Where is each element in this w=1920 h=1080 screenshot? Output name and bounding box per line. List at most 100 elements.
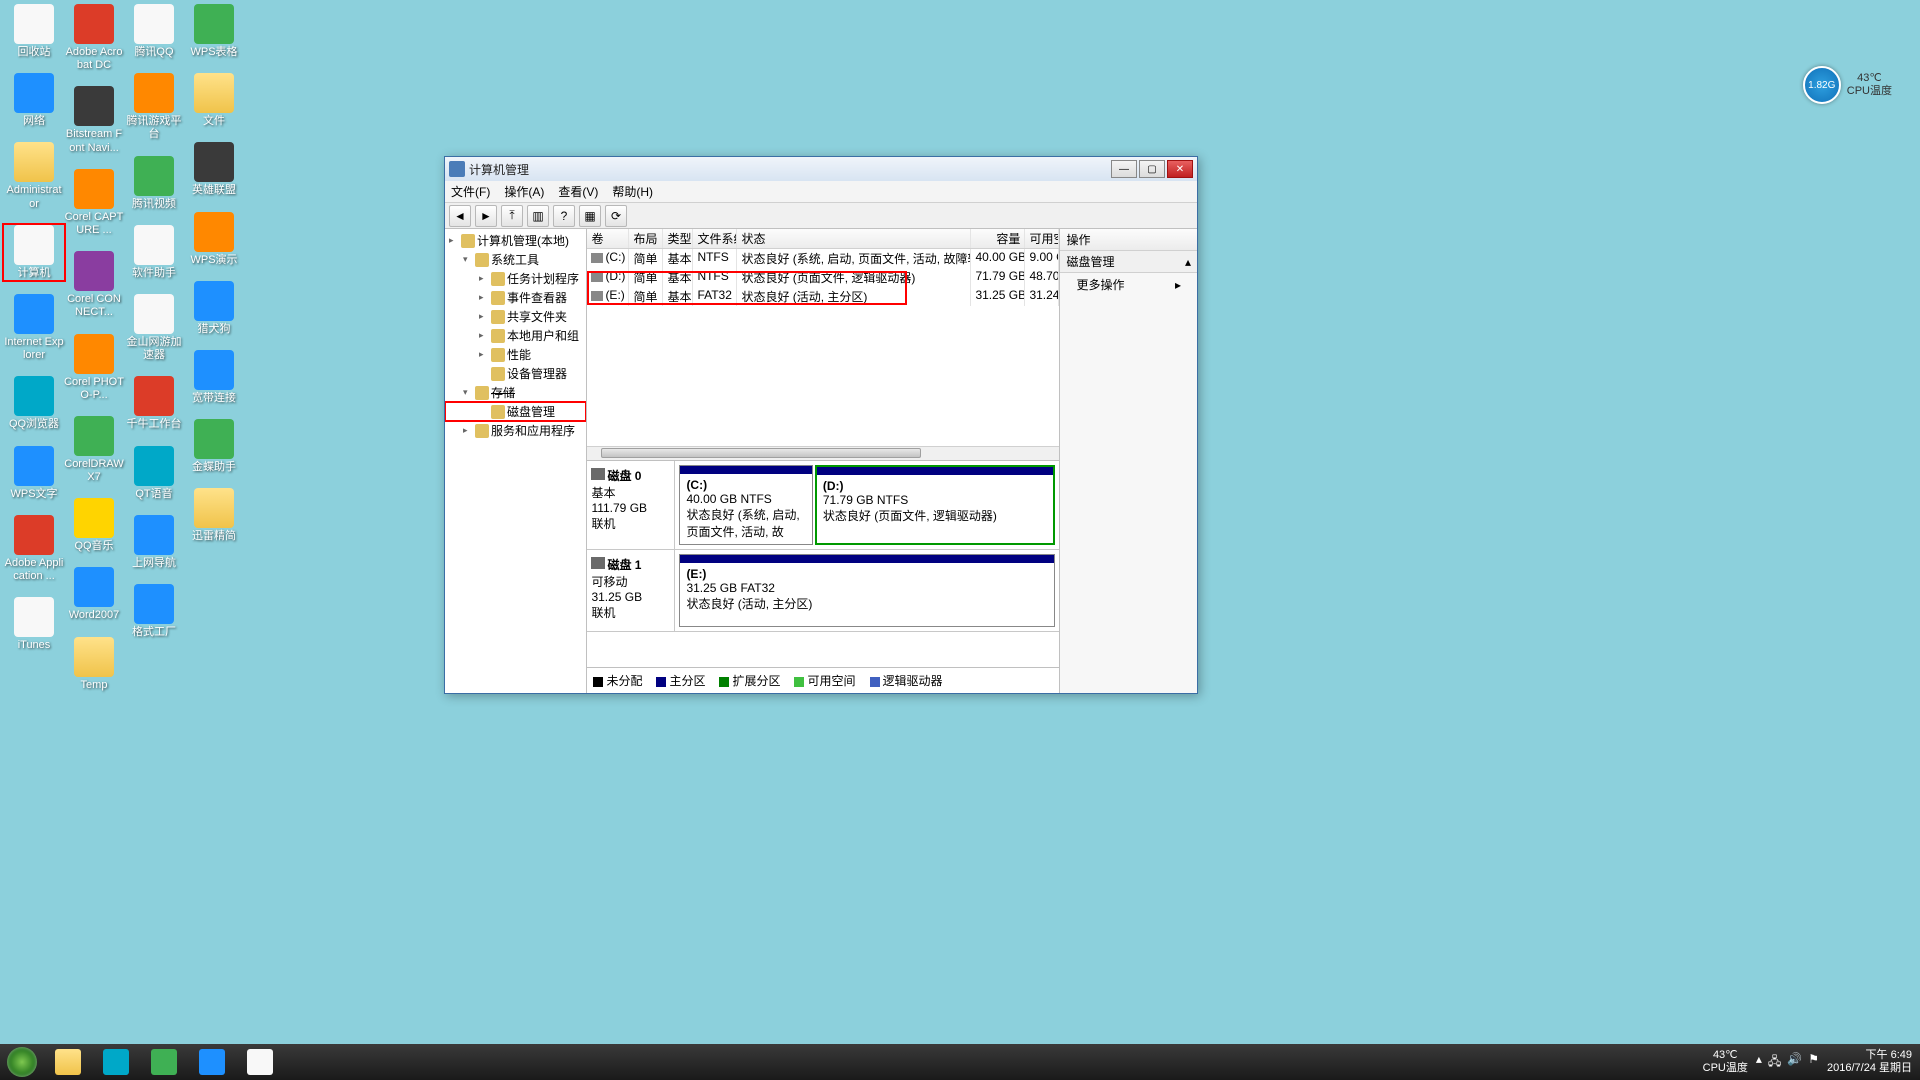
tray-volume-icon[interactable]: 🔊 <box>1787 1052 1802 1073</box>
taskbar-item[interactable] <box>46 1046 90 1078</box>
tree-node[interactable]: ▸任务计划程序 <box>445 269 586 288</box>
desktop-icon[interactable]: 回收站 <box>4 4 64 59</box>
column-header[interactable]: 卷 <box>587 229 629 248</box>
view-button[interactable]: ▦ <box>579 205 601 227</box>
desktop-icon[interactable]: QQ浏览器 <box>4 376 64 431</box>
tray-cpu-temp[interactable]: 43℃CPU温度 <box>1703 1049 1748 1075</box>
column-header[interactable]: 类型 <box>663 229 693 248</box>
desktop-icon[interactable]: Adobe Application ... <box>4 515 64 583</box>
desktop-icon[interactable]: Temp <box>64 637 124 692</box>
desktop-icon[interactable]: Word2007 <box>64 567 124 622</box>
desktop-icon[interactable]: 格式工厂 <box>124 584 184 639</box>
menu-item[interactable]: 帮助(H) <box>612 183 653 200</box>
desktop-icon[interactable]: Internet Explorer <box>4 294 64 362</box>
disk-graphical-view[interactable]: 磁盘 0基本111.79 GB联机(C:)40.00 GB NTFS状态良好 (… <box>587 461 1059 667</box>
desktop-icon[interactable]: 腾讯QQ <box>124 4 184 59</box>
volume-header[interactable]: 卷布局类型文件系统状态容量可用空 <box>587 229 1059 249</box>
expand-icon[interactable]: ▸ <box>479 330 489 341</box>
desktop-icon[interactable]: 上网导航 <box>124 515 184 570</box>
volume-table[interactable]: 卷布局类型文件系统状态容量可用空 (C:)简单基本NTFS状态良好 (系统, 启… <box>587 229 1059 461</box>
desktop-icon[interactable]: 文件 <box>184 73 244 128</box>
tray-flag-icon[interactable]: ⚑ <box>1808 1052 1819 1073</box>
tree-node[interactable]: ▸本地用户和组 <box>445 326 586 345</box>
desktop-icon[interactable]: QQ音乐 <box>64 498 124 553</box>
titlebar[interactable]: 计算机管理 — ▢ ✕ <box>445 157 1197 181</box>
expand-icon[interactable]: ▾ <box>463 387 473 398</box>
desktop-icon[interactable]: Bitstream Font Navi... <box>64 86 124 154</box>
desktop-icon[interactable]: 腾讯游戏平台 <box>124 73 184 141</box>
close-button[interactable]: ✕ <box>1167 160 1193 178</box>
show-hide-tree-button[interactable]: ▥ <box>527 205 549 227</box>
column-header[interactable]: 可用空 <box>1025 229 1059 248</box>
partition[interactable]: (E:)31.25 GB FAT32状态良好 (活动, 主分区) <box>679 554 1055 627</box>
expand-icon[interactable]: ▸ <box>449 235 459 246</box>
tree-node[interactable]: ▸事件查看器 <box>445 288 586 307</box>
desktop-icon[interactable]: QT语音 <box>124 446 184 501</box>
tree-node[interactable]: ▸计算机管理(本地) <box>445 231 586 250</box>
desktop-icon[interactable]: 网络 <box>4 73 64 128</box>
desktop-icon[interactable]: 金山网游加速器 <box>124 294 184 362</box>
column-header[interactable]: 状态 <box>737 229 971 248</box>
menu-item[interactable]: 文件(F) <box>451 183 490 200</box>
desktop-icon[interactable]: 宽带连接 <box>184 350 244 405</box>
desktop-icon[interactable]: WPS表格 <box>184 4 244 59</box>
tree-node[interactable]: ▾系统工具 <box>445 250 586 269</box>
expand-icon[interactable]: ▾ <box>463 254 473 265</box>
tray-network-icon[interactable]: 🖧 <box>1768 1052 1781 1073</box>
disk-info[interactable]: 磁盘 1可移动31.25 GB联机 <box>587 550 675 631</box>
desktop-icon[interactable]: CorelDRAW X7 <box>64 416 124 484</box>
menu-item[interactable]: 查看(V) <box>558 183 598 200</box>
tree-node[interactable]: ▾存储 <box>445 383 586 402</box>
system-tray[interactable]: 43℃CPU温度 ▴ 🖧 🔊 ⚑ 下午 6:492016/7/24 星期日 <box>1695 1049 1920 1075</box>
desktop-icon[interactable]: Corel CONNECT... <box>64 251 124 319</box>
tray-icons[interactable]: ▴ 🖧 🔊 ⚑ <box>1756 1052 1819 1073</box>
desktop-icon[interactable]: 软件助手 <box>124 225 184 280</box>
disk-info[interactable]: 磁盘 0基本111.79 GB联机 <box>587 461 675 549</box>
help-button[interactable]: ? <box>553 205 575 227</box>
expand-icon[interactable]: ▸ <box>479 349 489 360</box>
partition[interactable]: (C:)40.00 GB NTFS状态良好 (系统, 启动, 页面文件, 活动,… <box>679 465 812 545</box>
desktop-icon[interactable]: 英雄联盟 <box>184 142 244 197</box>
column-header[interactable]: 文件系统 <box>693 229 737 248</box>
desktop-icon[interactable]: Administrator <box>4 142 64 210</box>
nav-back-button[interactable]: ◄ <box>449 205 471 227</box>
up-button[interactable]: ⤒ <box>501 205 523 227</box>
table-row[interactable]: (C:)简单基本NTFS状态良好 (系统, 启动, 页面文件, 活动, 故障转储… <box>587 249 1059 268</box>
tree-node[interactable]: ▸共享文件夹 <box>445 307 586 326</box>
horizontal-scrollbar[interactable] <box>587 446 1059 460</box>
nav-forward-button[interactable]: ► <box>475 205 497 227</box>
desktop-icon[interactable]: WPS演示 <box>184 212 244 267</box>
desktop-icon[interactable]: Adobe Acrobat DC <box>64 4 124 72</box>
desktop-icon[interactable]: Corel PHOTO-P... <box>64 334 124 402</box>
column-header[interactable]: 布局 <box>629 229 663 248</box>
partition[interactable]: (D:)71.79 GB NTFS状态良好 (页面文件, 逻辑驱动器) <box>815 465 1056 545</box>
tree-node[interactable]: ▸性能 <box>445 345 586 364</box>
tree-node[interactable]: 磁盘管理 <box>445 402 586 421</box>
tray-expand-icon[interactable]: ▴ <box>1756 1052 1762 1073</box>
expand-icon[interactable]: ▸ <box>479 273 489 284</box>
desktop-icon[interactable]: iTunes <box>4 597 64 652</box>
desktop-icon[interactable]: 迅雷精简 <box>184 488 244 543</box>
column-header[interactable]: 容量 <box>971 229 1025 248</box>
desktop-icon[interactable]: WPS文字 <box>4 446 64 501</box>
minimize-button[interactable]: — <box>1111 160 1137 178</box>
taskbar-item[interactable] <box>238 1046 282 1078</box>
desktop-icon[interactable]: 金蝶助手 <box>184 419 244 474</box>
tree-pane[interactable]: ▸计算机管理(本地)▾系统工具▸任务计划程序▸事件查看器▸共享文件夹▸本地用户和… <box>445 229 587 693</box>
maximize-button[interactable]: ▢ <box>1139 160 1165 178</box>
actions-section[interactable]: 磁盘管理▴ <box>1060 251 1197 273</box>
tree-node[interactable]: ▸服务和应用程序 <box>445 421 586 440</box>
table-row[interactable]: (E:)简单基本FAT32状态良好 (活动, 主分区)31.25 GB31.24 <box>587 287 1059 306</box>
taskbar-item[interactable] <box>142 1046 186 1078</box>
desktop-icon[interactable]: 千牛工作台 <box>124 376 184 431</box>
actions-more[interactable]: 更多操作▸ <box>1060 273 1197 296</box>
desktop-icon[interactable]: 腾讯视频 <box>124 156 184 211</box>
menu-item[interactable]: 操作(A) <box>504 183 544 200</box>
expand-icon[interactable]: ▸ <box>479 311 489 322</box>
taskbar-item[interactable] <box>94 1046 138 1078</box>
refresh-button[interactable]: ⟳ <box>605 205 627 227</box>
table-row[interactable]: (D:)简单基本NTFS状态良好 (页面文件, 逻辑驱动器)71.79 GB48… <box>587 268 1059 287</box>
desktop-icon[interactable]: Corel CAPTURE ... <box>64 169 124 237</box>
tray-clock[interactable]: 下午 6:492016/7/24 星期日 <box>1827 1049 1912 1075</box>
expand-icon[interactable]: ▸ <box>479 292 489 303</box>
